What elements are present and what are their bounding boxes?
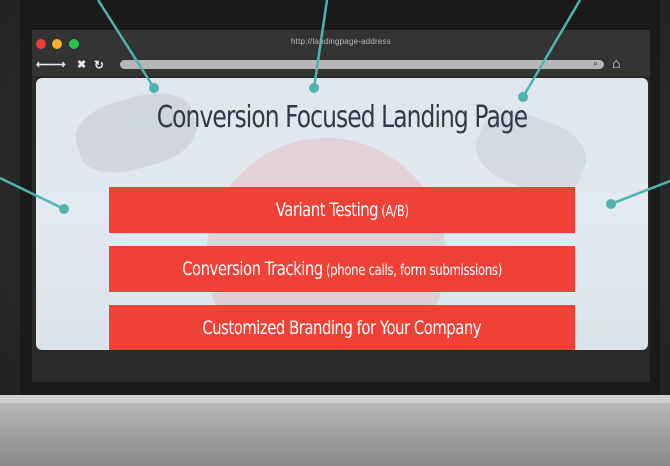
feature-conversion-tracking[interactable]: Conversion Tracking (phone calls, form su…: [109, 246, 575, 292]
page-title: Conversion Focused Landing Page: [156, 100, 528, 135]
browser-bottom-bar: [32, 352, 650, 382]
feature-sublabel: (phone calls, form submissions): [325, 261, 502, 279]
back-forward-icon[interactable]: ⟵⟶: [36, 58, 66, 72]
feature-label: Variant Testing: [275, 199, 378, 221]
stop-icon[interactable]: ✖: [77, 58, 86, 72]
feature-customized-branding[interactable]: Customized Branding for Your Company: [109, 305, 575, 350]
feature-variant-testing[interactable]: Variant Testing (A/B): [109, 187, 575, 233]
landing-page-viewport: Conversion Focused Landing Page Variant …: [36, 78, 648, 350]
browser-window: http://landingpage-address ⟵⟶ ✖ ↻ ⌕ ⌂ Co…: [32, 30, 650, 382]
feature-sublabel: (A/B): [380, 202, 409, 220]
monitor-chin-edge: [0, 395, 670, 403]
monitor-chin: [0, 395, 670, 466]
feature-label: Conversion Tracking: [182, 258, 323, 280]
browser-titlebar: http://landingpage-address: [32, 30, 650, 56]
feature-label: Customized Branding for Your Company: [202, 317, 482, 339]
address-bar[interactable]: ⌕: [120, 58, 604, 69]
monitor-scene: http://landingpage-address ⟵⟶ ✖ ↻ ⌕ ⌂ Co…: [0, 0, 670, 466]
page-url: http://landingpage-address: [291, 37, 391, 46]
search-icon[interactable]: ⌕: [593, 58, 598, 69]
reload-icon[interactable]: ↻: [94, 58, 104, 72]
browser-navbar: ⟵⟶ ✖ ↻ ⌕ ⌂: [32, 56, 650, 76]
home-icon[interactable]: ⌂: [612, 56, 620, 70]
